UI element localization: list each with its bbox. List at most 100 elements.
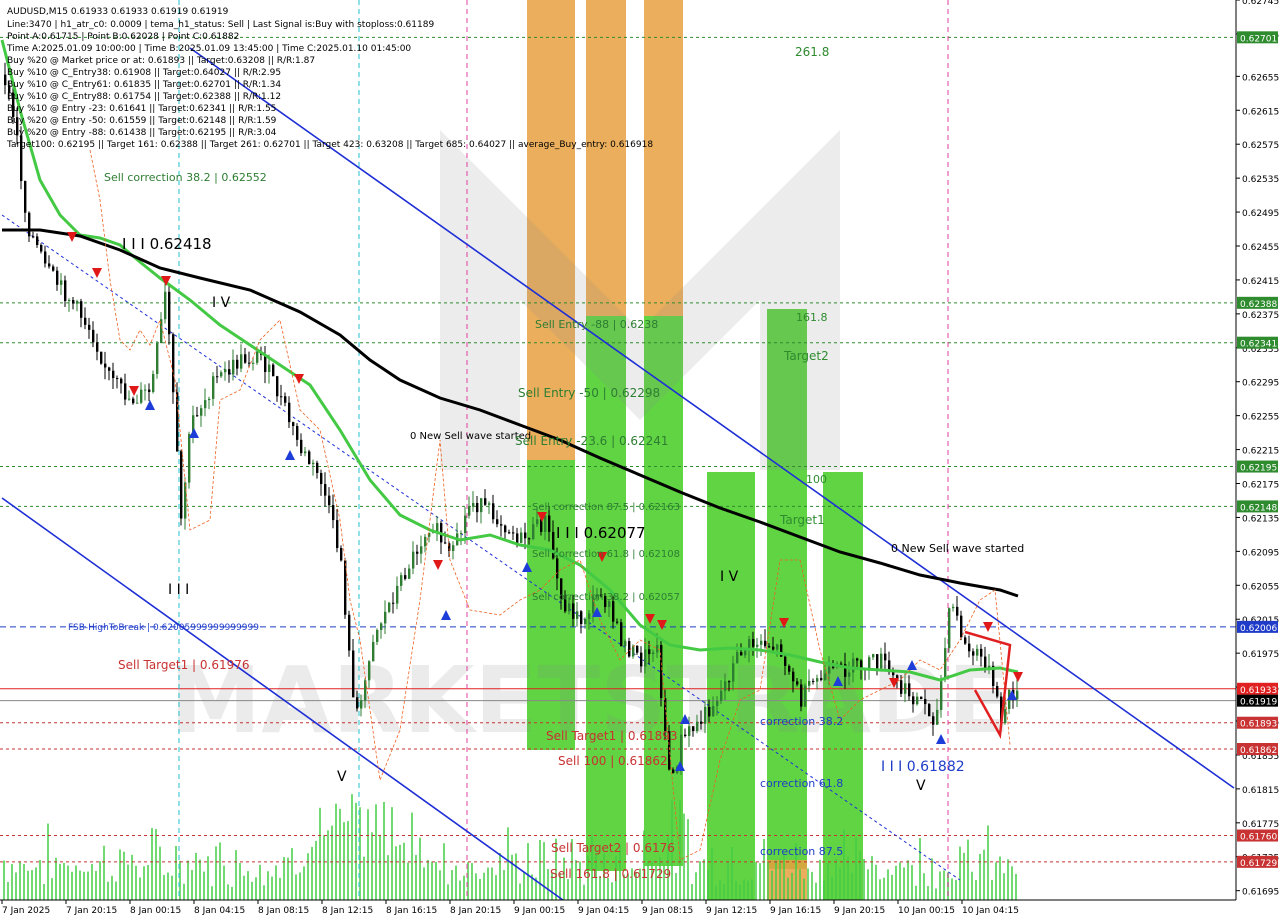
- candle-body: [640, 652, 643, 667]
- time-tick-label: 9 Jan 16:15: [770, 906, 821, 916]
- volume-bar: [379, 834, 381, 900]
- info-line: Buy %10 @ C_Entry61: 0.61835 || Target:0…: [7, 80, 281, 90]
- volume-bar: [159, 846, 161, 900]
- candle-body: [464, 515, 467, 534]
- volume-bar: [3, 860, 5, 900]
- candle-body: [812, 680, 815, 682]
- signal-zone: [644, 0, 683, 316]
- candle-body: [684, 734, 687, 736]
- volume-bar: [923, 873, 925, 900]
- info-line: Point A:0.61715 | Point B:0.62028 | Poin…: [7, 32, 239, 42]
- candle-body: [824, 673, 827, 680]
- volume-bar: [495, 875, 497, 900]
- candle-body: [500, 524, 503, 526]
- volume-bar: [527, 843, 529, 900]
- volume-bar: [243, 875, 245, 900]
- price-marker-label: 0.61893: [1240, 720, 1277, 730]
- volume-bar: [859, 850, 861, 900]
- volume-bar: [195, 852, 197, 900]
- chart-annotation: Sell correction 38.2 | 0.62057: [532, 592, 680, 603]
- volume-bar: [867, 869, 869, 900]
- volume-bar: [227, 884, 229, 900]
- volume-bar: [459, 880, 461, 900]
- candle-body: [104, 363, 107, 368]
- volume-bar: [775, 860, 777, 900]
- candle-body: [164, 291, 167, 320]
- volume-bar: [691, 884, 693, 900]
- volume-bar: [363, 856, 365, 900]
- candle-body: [768, 646, 771, 648]
- volume-bar: [483, 872, 485, 900]
- volume-bar: [903, 867, 905, 900]
- volume-bar: [887, 869, 889, 900]
- price-chart[interactable]: MARKETSTRADE 261.8Sell correction 38.2 |…: [0, 0, 1280, 920]
- volume-bar: [927, 886, 929, 900]
- volume-bar: [343, 822, 345, 900]
- candle-body: [724, 681, 727, 691]
- volume-bar: [371, 832, 373, 900]
- volume-bar: [843, 829, 845, 900]
- price-marker-label: 0.61933: [1240, 686, 1277, 696]
- candle-body: [584, 618, 587, 625]
- candle-body: [348, 614, 351, 651]
- volume-bar: [35, 867, 37, 900]
- volume-bar: [831, 877, 833, 900]
- candle-body: [820, 678, 823, 680]
- candle-body: [220, 372, 223, 377]
- candle-body: [964, 637, 967, 644]
- candle-body: [80, 301, 83, 318]
- price-tick-label: 0.61695: [1242, 888, 1279, 898]
- candle-body: [392, 602, 395, 604]
- chart-annotation: Target2: [783, 349, 829, 363]
- chart-annotation: Sell Entry -88 | 0.6238: [535, 318, 658, 331]
- volume-bar: [191, 869, 193, 900]
- volume-bar: [215, 846, 217, 900]
- candle-body: [648, 649, 651, 655]
- candle-body: [36, 236, 39, 245]
- volume-bar: [235, 850, 237, 900]
- candle-body: [108, 367, 111, 371]
- candle-body: [1016, 690, 1019, 700]
- candle-body: [144, 389, 147, 391]
- volume-bar: [891, 874, 893, 900]
- volume-bar: [203, 871, 205, 900]
- volume-bar: [871, 856, 873, 900]
- signal-zone: [586, 0, 626, 316]
- candle-body: [996, 685, 999, 697]
- price-marker-label: 0.61760: [1240, 833, 1277, 843]
- volume-bar: [39, 859, 41, 900]
- volume-bar: [391, 807, 393, 900]
- candle-body: [876, 654, 879, 669]
- volume-bar: [687, 819, 689, 900]
- candle-body: [120, 378, 123, 384]
- candle-body: [652, 652, 655, 655]
- volume-bar: [479, 878, 481, 900]
- volume-bar: [539, 839, 541, 900]
- candle-body: [880, 653, 883, 669]
- volume-bar: [383, 801, 385, 900]
- volume-bar: [771, 870, 773, 900]
- price-tick-label: 0.61975: [1242, 650, 1279, 660]
- chart-root: MARKETSTRADE 261.8 Sell correction 38.2 |…: [0, 0, 1280, 920]
- volume-bar: [915, 885, 917, 900]
- candle-body: [908, 683, 911, 697]
- volume-bar: [543, 842, 545, 900]
- volume-bar: [791, 872, 793, 900]
- volume-bar: [779, 859, 781, 900]
- candle-body: [124, 383, 127, 400]
- time-tick-label: 8 Jan 16:15: [386, 906, 437, 916]
- candle-body: [852, 658, 855, 673]
- time-tick-label: 8 Jan 08:15: [258, 906, 309, 916]
- candle-body: [72, 299, 75, 304]
- candle-body: [324, 484, 327, 496]
- time-tick-label: 7 Jan 20:15: [66, 906, 117, 916]
- price-marker-label: 0.62701: [1240, 34, 1277, 44]
- price-axis: 0.627450.627050.626550.626150.625750.625…: [1235, 0, 1280, 920]
- volume-bar: [271, 876, 273, 900]
- candle-body: [576, 611, 579, 619]
- price-tick-label: 0.62495: [1242, 209, 1279, 219]
- candle-body: [372, 641, 375, 662]
- volume-bar: [675, 873, 677, 900]
- candle-body: [252, 362, 255, 364]
- candle-body: [388, 602, 391, 612]
